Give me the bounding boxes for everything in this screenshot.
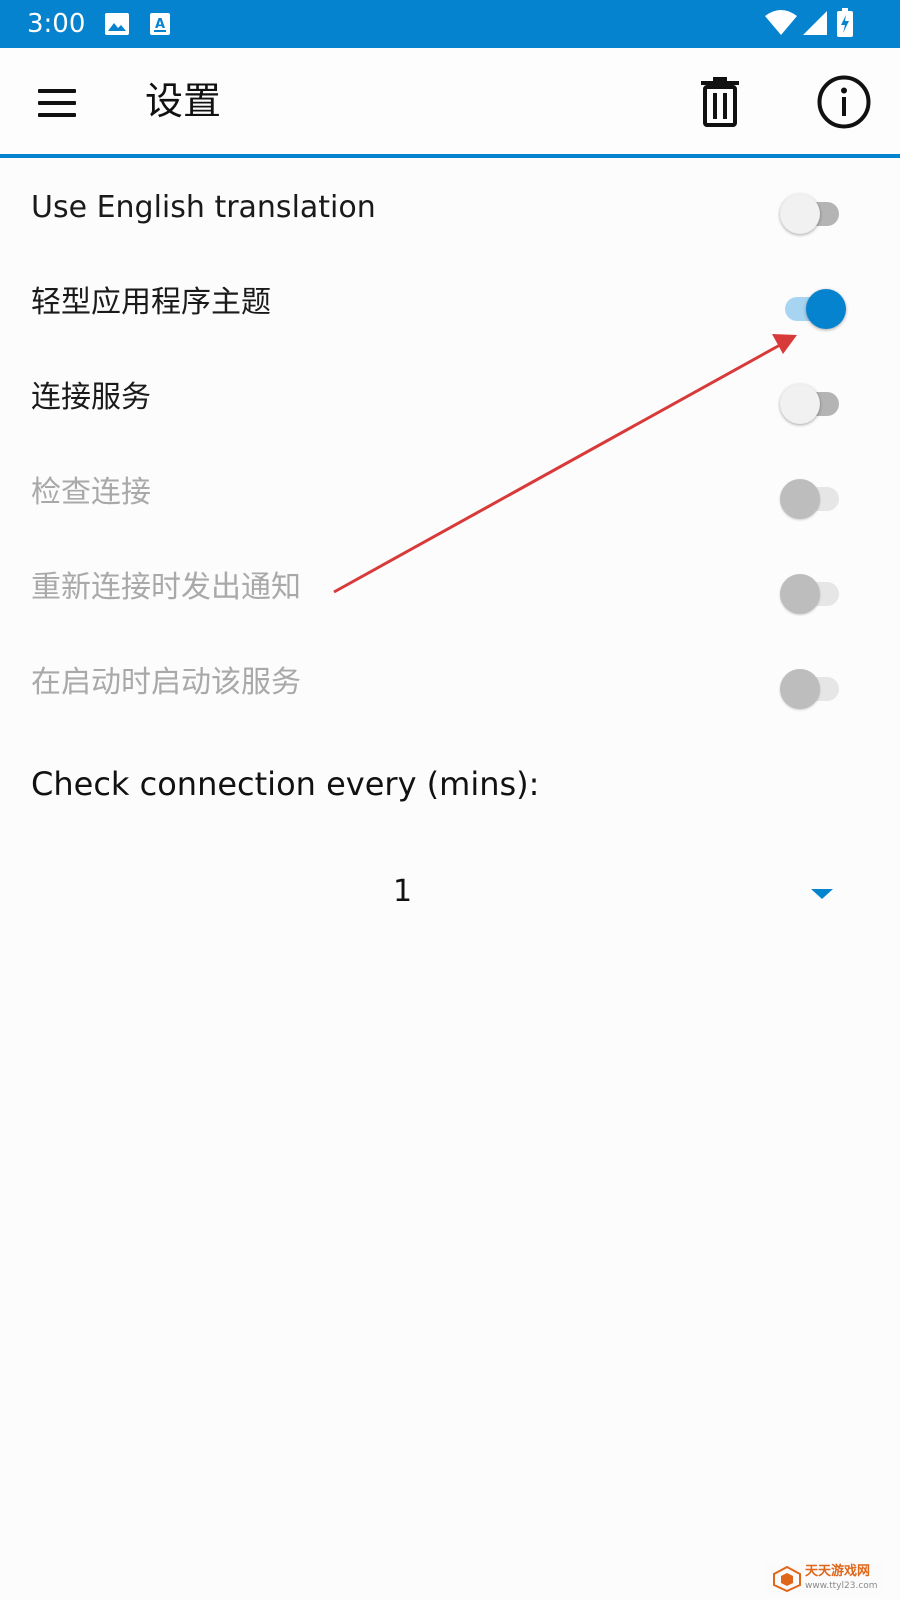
app-bar: 设置 <box>0 48 900 158</box>
svg-text:A: A <box>155 17 165 32</box>
watermark: 天天游戏网 www.ttyl23.com <box>765 1562 885 1596</box>
interval-dropdown[interactable]: 1 <box>31 862 851 922</box>
signal-icon <box>802 10 828 40</box>
interval-label: Check connection every (mins): <box>31 765 540 803</box>
watermark-name: 天天游戏网 <box>805 1564 871 1579</box>
info-button[interactable] <box>816 72 880 136</box>
settings-list: Use English translation 轻型应用程序主题 连接服务 检查… <box>0 170 900 740</box>
delete-button[interactable] <box>698 72 762 136</box>
setting-label: 轻型应用程序主题 <box>31 285 271 320</box>
watermark-url: www.ttyl23.com <box>805 1581 878 1591</box>
dropdown-arrow-icon <box>811 889 833 899</box>
setting-label: 重新连接时发出通知 <box>31 570 301 605</box>
use-english-switch[interactable] <box>780 189 848 234</box>
battery-charging-icon <box>836 8 854 42</box>
setting-use-english: Use English translation <box>0 170 900 265</box>
setting-label: 检查连接 <box>31 475 151 510</box>
page-title: 设置 <box>145 79 222 123</box>
check-connection-switch[interactable] <box>780 474 848 519</box>
light-theme-switch[interactable] <box>780 284 848 329</box>
setting-start-on-boot: 在启动时启动该服务 <box>0 645 900 740</box>
setting-light-theme: 轻型应用程序主题 <box>0 265 900 360</box>
watermark-logo-icon <box>773 1566 801 1592</box>
setting-check-connection: 检查连接 <box>0 455 900 550</box>
start-on-boot-switch[interactable] <box>780 664 848 709</box>
setting-label: 在启动时启动该服务 <box>31 665 301 700</box>
reconnect-notify-switch[interactable] <box>780 569 848 614</box>
setting-reconnect-notify: 重新连接时发出通知 <box>0 550 900 645</box>
info-icon <box>817 75 871 129</box>
delete-icon <box>701 77 739 127</box>
image-icon <box>104 12 130 40</box>
status-bar: 3:00 A <box>0 0 900 48</box>
setting-connect-service: 连接服务 <box>0 360 900 455</box>
setting-label: Use English translation <box>31 190 376 225</box>
menu-button[interactable] <box>26 78 86 128</box>
wifi-icon <box>764 10 798 40</box>
interval-value: 1 <box>393 874 413 909</box>
status-time: 3:00 <box>27 9 86 39</box>
text-a-icon: A <box>148 12 172 40</box>
connect-service-switch[interactable] <box>780 379 848 424</box>
setting-label: 连接服务 <box>31 380 151 415</box>
